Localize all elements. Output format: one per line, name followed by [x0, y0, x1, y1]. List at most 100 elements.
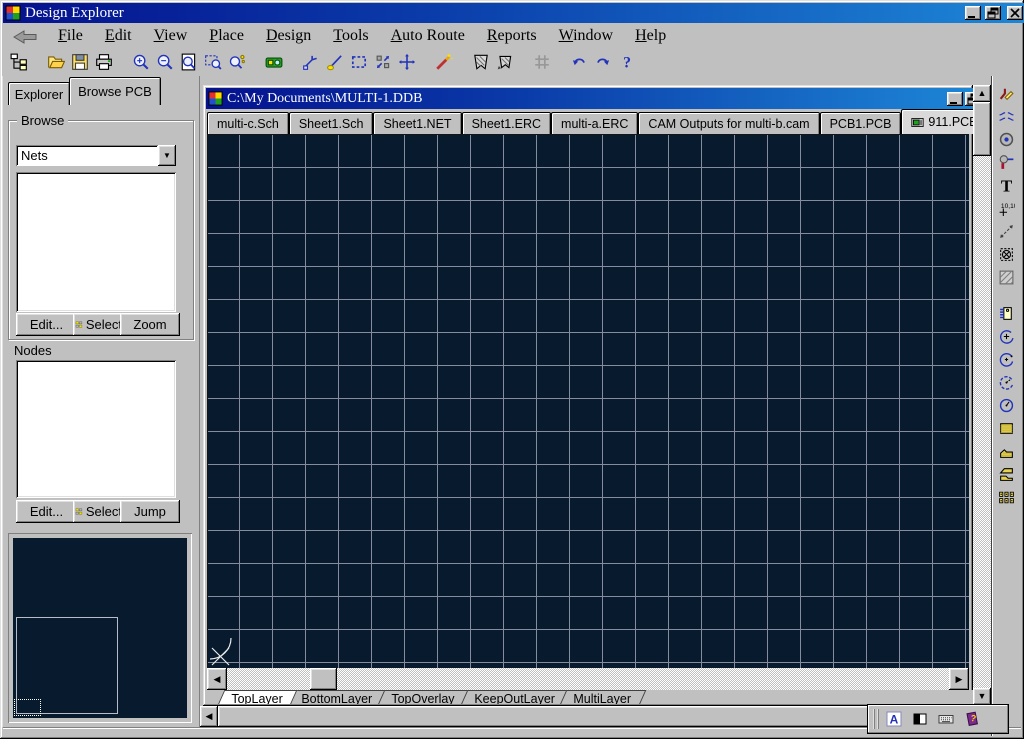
place-room-button[interactable]	[995, 244, 1019, 264]
scrollbar-thumb[interactable]	[973, 102, 991, 156]
ime-help-icon[interactable]: ?	[961, 708, 983, 730]
zoom-all-button[interactable]	[177, 50, 201, 74]
scrollbar-track[interactable]	[973, 156, 991, 688]
select-area-button[interactable]	[347, 50, 371, 74]
ime-keyboard-icon[interactable]	[935, 708, 957, 730]
layer-tab-topoverlay[interactable]: TopOverlay	[374, 690, 470, 704]
doc-minimize-button[interactable]	[947, 92, 963, 106]
layer-tab-toplayer[interactable]: TopLayer	[214, 690, 298, 704]
nets-zoom-button[interactable]: Zoom	[120, 313, 180, 336]
pcb-canvas[interactable]	[207, 134, 969, 668]
scrollbar-track[interactable]	[337, 668, 949, 690]
nets-edit-button[interactable]: Edit...	[16, 313, 77, 336]
place-arc-center-button[interactable]	[995, 349, 1019, 369]
menu-design[interactable]: Design	[255, 26, 322, 46]
scrollbar-track[interactable]	[227, 668, 310, 690]
move-cross-button[interactable]	[395, 50, 419, 74]
save-button[interactable]	[68, 50, 92, 74]
place-split-plane-button[interactable]	[995, 464, 1019, 484]
place-pad-button[interactable]	[995, 129, 1019, 149]
place-track-button[interactable]	[995, 83, 1019, 103]
place-circle-button[interactable]	[995, 395, 1019, 415]
menu-help[interactable]: Help	[624, 26, 677, 46]
menu-view[interactable]: View	[143, 26, 199, 46]
minimap-viewport[interactable]	[14, 699, 41, 716]
place-polygon-button[interactable]	[995, 441, 1019, 461]
layer-tab-keepoutlayer[interactable]: KeepOutLayer	[456, 690, 569, 704]
move-select-button[interactable]	[371, 50, 395, 74]
place-dimension-button[interactable]	[995, 221, 1019, 241]
zoom-in-button[interactable]	[129, 50, 153, 74]
app-close-button[interactable]	[1007, 6, 1023, 20]
zoom-area-button[interactable]	[201, 50, 225, 74]
menu-place[interactable]: Place	[198, 26, 255, 46]
layer-tab-bottomlayer[interactable]: BottomLayer	[284, 690, 388, 704]
scrollbar-thumb[interactable]	[310, 668, 337, 690]
doc-tab-cam-outputs-for-multi-b-cam[interactable]: CAM Outputs for multi-b.cam	[638, 112, 819, 134]
help-button[interactable]: ?	[615, 50, 639, 74]
ime-grip-handle[interactable]	[873, 709, 879, 729]
zoom-point-button[interactable]	[225, 50, 249, 74]
tab-explorer[interactable]: Explorer	[8, 82, 70, 105]
place-pad-array-button[interactable]	[995, 487, 1019, 507]
minimap-canvas[interactable]	[13, 538, 187, 718]
place-arc-any-button[interactable]	[995, 372, 1019, 392]
polygon-plane-1-button[interactable]	[469, 50, 493, 74]
scroll-down-icon[interactable]: ▼	[973, 688, 991, 705]
wizard-button[interactable]	[432, 50, 456, 74]
grid-button[interactable]	[530, 50, 554, 74]
scroll-right-icon[interactable]: ▶	[949, 668, 969, 690]
menu-edit[interactable]: Edit	[94, 26, 143, 46]
board-camera-button[interactable]	[262, 50, 286, 74]
app-minimize-button[interactable]	[965, 6, 981, 20]
place-fill-hatched-button[interactable]	[995, 267, 1019, 287]
doc-tab-911-pcb[interactable]: 911.PCB	[901, 109, 973, 134]
place-via-button[interactable]	[995, 152, 1019, 172]
doc-tab-pcb1-pcb[interactable]: PCB1.PCB	[820, 112, 902, 134]
place-component-button[interactable]	[995, 303, 1019, 323]
app-restore-button[interactable]	[985, 6, 1001, 20]
board-minimap[interactable]	[8, 533, 192, 723]
ime-letter-icon[interactable]: A	[883, 708, 905, 730]
place-string-button[interactable]: T	[995, 175, 1019, 195]
menu-auto-route[interactable]: Auto Route	[380, 26, 476, 46]
scroll-left-icon[interactable]: ◀	[207, 668, 227, 690]
scroll-left-icon[interactable]: ◀	[200, 706, 218, 727]
open-folder-button[interactable]	[44, 50, 68, 74]
nets-select-button[interactable]: Select	[73, 313, 124, 336]
nodes-list[interactable]	[16, 360, 176, 498]
zoom-out-button[interactable]	[153, 50, 177, 74]
menu-tools[interactable]: Tools	[322, 26, 379, 46]
canvas-hscrollbar[interactable]: ◀ ▶	[207, 668, 969, 690]
explorer-panel-button[interactable]	[7, 50, 31, 74]
doc-tab-multi-c-sch[interactable]: multi-c.Sch	[207, 112, 289, 134]
browse-type-dropdown[interactable]: Nets ▼	[16, 145, 176, 166]
doc-tab-multi-a-erc[interactable]: multi-a.ERC	[551, 112, 638, 134]
place-coordinate-button[interactable]: 10,10	[995, 198, 1019, 218]
doc-tab-sheet1-net[interactable]: Sheet1.NET	[373, 112, 461, 134]
tab-browse-pcb[interactable]: Browse PCB	[69, 77, 161, 105]
place-rectangle-button[interactable]	[995, 418, 1019, 438]
cross-probe-button[interactable]	[299, 50, 323, 74]
menu-file[interactable]: File	[47, 26, 94, 46]
nodes-edit-button[interactable]: Edit...	[16, 500, 77, 523]
redo-button[interactable]	[591, 50, 615, 74]
menu-grip-icon[interactable]	[11, 29, 39, 44]
doc-tab-sheet1-erc[interactable]: Sheet1.ERC	[462, 112, 551, 134]
nodes-jump-button[interactable]: Jump	[120, 500, 180, 523]
menu-window[interactable]: Window	[548, 26, 624, 46]
layer-tab-multilayer[interactable]: MultiLayer	[556, 690, 646, 704]
place-coax-button[interactable]	[995, 106, 1019, 126]
scrollbar-thumb[interactable]	[218, 706, 955, 727]
doc-restore-button[interactable]	[965, 92, 973, 106]
undo-button[interactable]	[567, 50, 591, 74]
place-arc-edge-button[interactable]	[995, 326, 1019, 346]
mdi-vscrollbar[interactable]: ▲ ▼	[973, 85, 991, 705]
doc-tab-sheet1-sch[interactable]: Sheet1.Sch	[289, 112, 374, 134]
highlight-brush-button[interactable]	[323, 50, 347, 74]
scroll-up-icon[interactable]: ▲	[973, 85, 991, 102]
nets-list[interactable]	[16, 172, 176, 312]
ime-halfwidth-icon[interactable]	[909, 708, 931, 730]
nodes-select-button[interactable]: Select	[73, 500, 124, 523]
print-button[interactable]	[92, 50, 116, 74]
